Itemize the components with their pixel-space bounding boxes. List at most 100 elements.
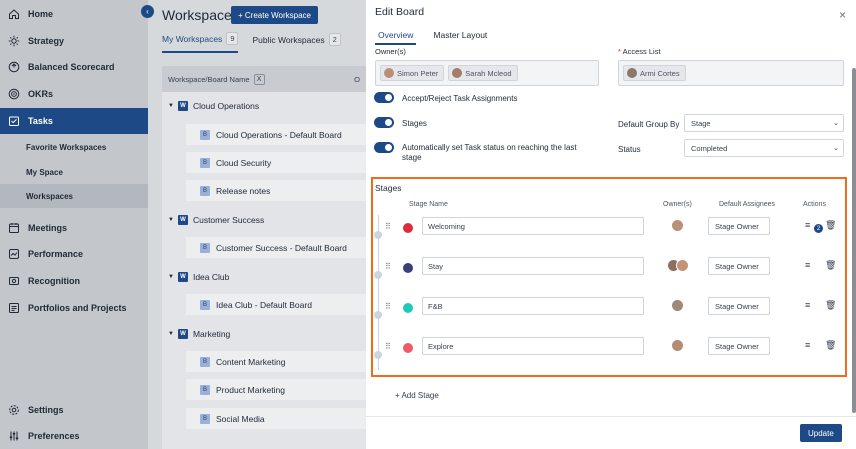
tab-label: My Workspaces: [162, 33, 223, 44]
default-assignee-input[interactable]: Stage Owner: [708, 217, 770, 235]
board-row[interactable]: B Customer Success - Default Board: [186, 237, 366, 258]
drag-handle-icon[interactable]: ⠿: [385, 342, 391, 351]
default-assignee-input[interactable]: Stage Owner: [708, 337, 770, 355]
dialog-scrollbar[interactable]: [852, 68, 856, 413]
add-stage-button[interactable]: + Add Stage: [395, 391, 439, 400]
checklist-icon[interactable]: ≡: [805, 340, 810, 350]
sidebar-item-recognition[interactable]: Recognition: [0, 268, 148, 294]
avatar[interactable]: [671, 339, 684, 352]
stage-name-input[interactable]: Welcoming: [422, 217, 644, 235]
footer-divider: [366, 416, 856, 417]
status-select[interactable]: Completed ⌄: [684, 139, 844, 157]
board-row[interactable]: B Product Marketing: [186, 379, 366, 400]
owners-label: Owner(s): [375, 47, 406, 56]
calendar-icon: [8, 222, 20, 234]
accept-reject-toggle[interactable]: [374, 92, 394, 103]
access-list-field[interactable]: Armi Cortes: [618, 60, 844, 86]
owner-name: Sarah Mcleod: [465, 68, 512, 78]
avatar: [384, 68, 394, 78]
timeline-node: [374, 311, 382, 319]
target-icon: [8, 88, 20, 100]
checklist-icon[interactable]: ≡: [805, 220, 810, 230]
drag-handle-icon[interactable]: ⠿: [385, 222, 391, 231]
sidebar-subitem-favorite-workspaces[interactable]: Favorite Workspaces: [0, 135, 148, 159]
workspace-row-marketing[interactable]: ▼ W Marketing: [162, 322, 366, 346]
owner-chip[interactable]: Sarah Mcleod: [448, 65, 518, 81]
sidebar-item-portfolios-and-projects[interactable]: Portfolios and Projects: [0, 295, 148, 321]
auto-status-toggle[interactable]: [374, 142, 394, 153]
workspaces-panel: Workspaces + Create Workspace My Workspa…: [148, 0, 366, 449]
owner-chip[interactable]: Simon Peter: [380, 65, 445, 81]
board-row[interactable]: B Cloud Operations - Default Board: [186, 124, 366, 145]
collapse-sidebar-button[interactable]: ‹: [141, 5, 154, 18]
board-row[interactable]: B Content Marketing: [186, 351, 366, 372]
board-name: Content Marketing: [216, 356, 286, 367]
owners-field[interactable]: Simon Peter Sarah Mcleod: [375, 60, 599, 86]
board-row[interactable]: B Idea Club - Default Board: [186, 294, 366, 315]
default-assignee-input[interactable]: Stage Owner: [708, 257, 770, 275]
sidebar-item-balanced-scorecard[interactable]: Balanced Scorecard: [0, 54, 148, 80]
stages-toggle[interactable]: [374, 117, 394, 128]
edit-board-dialog: Edit Board × Overview Master Layout Owne…: [366, 0, 856, 449]
tab-public-workspaces[interactable]: Public Workspaces 2: [252, 32, 341, 53]
sidebar-subitem-my-space[interactable]: My Space: [0, 160, 148, 184]
sidebar-item-preferences[interactable]: Preferences: [0, 423, 148, 449]
owner-name: Simon Peter: [397, 68, 439, 78]
sidebar-subitem-workspaces[interactable]: Workspaces: [0, 184, 148, 208]
default-assignee-input[interactable]: Stage Owner: [708, 297, 770, 315]
accept-reject-label: Accept/Reject Task Assignments: [402, 94, 518, 103]
stage-color-swatch[interactable]: [403, 263, 413, 273]
workspace-row-customer-success[interactable]: ▼ W Customer Success: [162, 208, 366, 232]
sidebar-item-settings[interactable]: Settings: [0, 397, 148, 423]
column-header-default-assignees: Default Assignees: [719, 201, 776, 208]
stage-name-input[interactable]: Stay: [422, 257, 644, 275]
group-by-select[interactable]: Stage ⌄: [684, 114, 844, 132]
board-row[interactable]: B Social Media: [186, 408, 366, 429]
stage-color-swatch[interactable]: [403, 343, 413, 353]
avatar[interactable]: [676, 259, 689, 272]
trash-icon[interactable]: 🗑: [825, 340, 836, 351]
access-chip[interactable]: Armi Cortes: [623, 65, 686, 81]
drag-handle-icon[interactable]: ⠿: [385, 302, 391, 311]
sidebar-item-tasks[interactable]: Tasks: [0, 108, 148, 134]
access-list-label: * Access List: [618, 47, 661, 56]
checklist-icon[interactable]: ≡: [805, 300, 810, 310]
trash-icon[interactable]: 🗑: [825, 220, 836, 231]
sidebar-item-label: Settings: [28, 405, 64, 415]
sidebar-item-strategy[interactable]: Strategy: [0, 28, 148, 54]
board-icon: B: [200, 157, 210, 168]
trash-icon[interactable]: 🗑: [825, 300, 836, 311]
status-value: Completed: [691, 143, 728, 153]
board-row[interactable]: B Cloud Security: [186, 152, 366, 173]
chevron-down-icon: ⌄: [833, 145, 839, 152]
sidebar-item-home[interactable]: Home: [0, 1, 148, 27]
workspace-row-idea-club[interactable]: ▼ W Idea Club: [162, 265, 366, 289]
stage-name-input[interactable]: Explore: [422, 337, 644, 355]
checklist-icon[interactable]: ≡: [805, 260, 810, 270]
avatar[interactable]: [671, 219, 684, 232]
sidebar-item-meetings[interactable]: Meetings: [0, 215, 148, 241]
board-name: Cloud Security: [216, 157, 272, 168]
avatar[interactable]: [671, 299, 684, 312]
caret-down-icon[interactable]: ▼: [168, 331, 174, 337]
create-workspace-button[interactable]: + Create Workspace: [231, 6, 318, 24]
stage-color-swatch[interactable]: [403, 303, 413, 313]
sidebar-item-performance[interactable]: Performance: [0, 241, 148, 267]
workspace-row-cloud-operations[interactable]: ▼ W Cloud Operations: [162, 94, 366, 118]
stages-title: Stages: [375, 183, 402, 193]
tab-my-workspaces[interactable]: My Workspaces 9: [162, 32, 239, 53]
trash-icon[interactable]: 🗑: [825, 260, 836, 271]
clear-filter-button[interactable]: X: [253, 73, 265, 85]
tab-overview[interactable]: Overview: [375, 30, 417, 45]
caret-down-icon[interactable]: ▼: [168, 217, 174, 223]
stage-name-input[interactable]: F&B: [422, 297, 644, 315]
update-button[interactable]: Update: [800, 424, 842, 442]
caret-down-icon[interactable]: ▼: [168, 103, 174, 109]
sidebar-item-okrs[interactable]: OKRs: [0, 81, 148, 107]
close-icon[interactable]: ×: [839, 8, 846, 22]
caret-down-icon[interactable]: ▼: [168, 274, 174, 280]
stage-color-swatch[interactable]: [403, 223, 413, 233]
board-row[interactable]: B Release notes: [186, 180, 366, 201]
drag-handle-icon[interactable]: ⠿: [385, 262, 391, 271]
tab-master-layout[interactable]: Master Layout: [430, 30, 490, 45]
